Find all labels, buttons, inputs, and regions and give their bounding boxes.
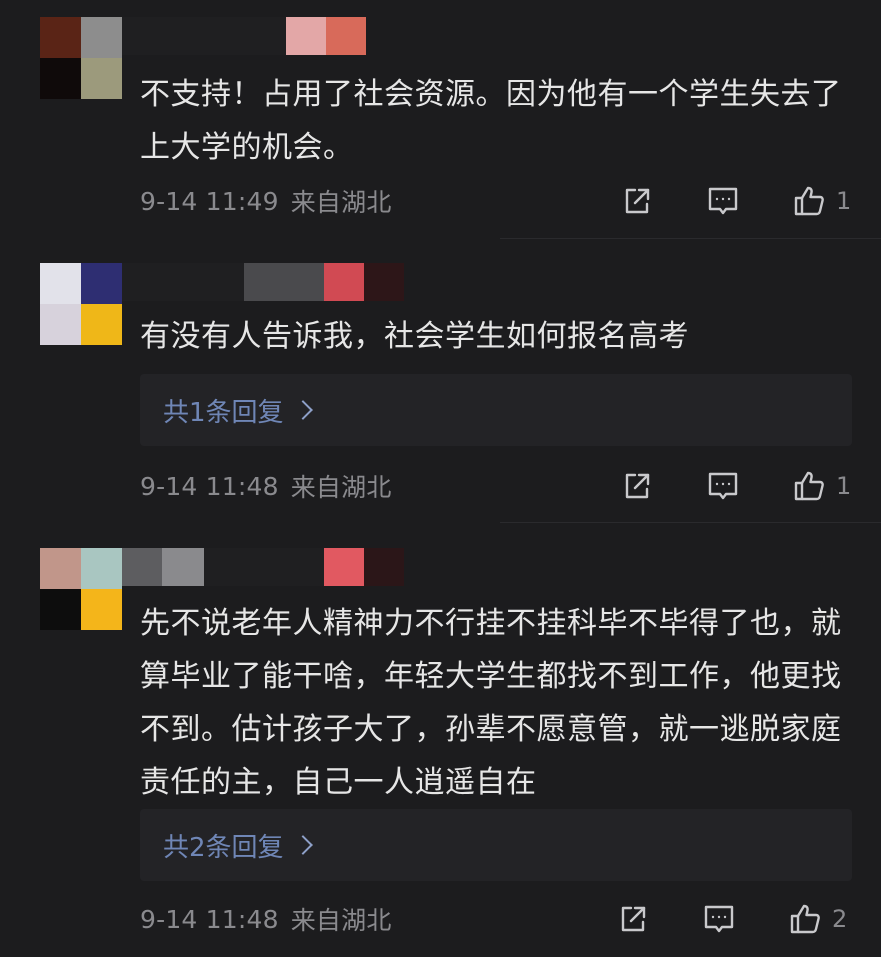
share-icon[interactable] xyxy=(620,469,654,503)
chevron-right-icon xyxy=(292,835,313,855)
username-blurred[interactable] xyxy=(122,263,404,301)
comment-text: 有没有人告诉我，社会学生如何报名高考 xyxy=(140,319,689,354)
thumbs-up-icon[interactable] xyxy=(792,184,826,218)
comment-icon[interactable] xyxy=(706,184,740,218)
view-replies-link[interactable]: 共1条回复 xyxy=(163,392,313,429)
divider xyxy=(500,522,881,523)
comment-meta: 9-14 11:48 来自湖北 xyxy=(140,899,860,939)
comment-location: 来自湖北 xyxy=(290,473,392,502)
reply-summary-box[interactable]: 共1条回复 xyxy=(140,374,852,446)
like-count: 1 xyxy=(836,187,852,215)
share-icon[interactable] xyxy=(616,902,650,936)
view-replies-label: 共2条回复 xyxy=(163,832,284,863)
avatar[interactable] xyxy=(40,548,122,630)
comment-icon[interactable] xyxy=(706,469,740,503)
comment-item: 不支持！占用了社会资源。因为他有一个学生失去了上大学的机会。 9-14 11:4… xyxy=(0,0,881,240)
thumbs-up-icon[interactable] xyxy=(788,902,822,936)
thumbs-up-icon[interactable] xyxy=(792,469,826,503)
avatar[interactable] xyxy=(40,17,122,99)
comment-item: 先不说老年人精神力不行挂不挂科毕不毕得了也，就算毕业了能干啥，年轻大学生都找不到… xyxy=(0,525,881,957)
comment-actions: 1 xyxy=(620,466,851,506)
comment-text: 不支持！占用了社会资源。因为他有一个学生失去了上大学的机会。 xyxy=(140,77,842,165)
view-replies-label: 共1条回复 xyxy=(163,397,284,428)
comment-list: 不支持！占用了社会资源。因为他有一个学生失去了上大学的机会。 9-14 11:4… xyxy=(0,0,881,957)
reply-summary-box[interactable]: 共2条回复 xyxy=(140,809,852,881)
comment-meta: 9-14 11:48 来自湖北 xyxy=(140,466,860,506)
comment-location: 来自湖北 xyxy=(290,906,392,935)
chevron-right-icon xyxy=(292,400,313,420)
comment-meta: 9-14 11:49 来自湖北 1 xyxy=(140,181,860,221)
comment-icon[interactable] xyxy=(702,902,736,936)
comment-text: 先不说老年人精神力不行挂不挂科毕不毕得了也，就算毕业了能干啥，年轻大学生都找不到… xyxy=(140,606,842,800)
comment-time: 9-14 11:48 xyxy=(140,471,279,501)
comment-actions: 1 xyxy=(620,181,851,221)
username-blurred[interactable] xyxy=(122,548,404,586)
comment-location: 来自湖北 xyxy=(290,188,392,217)
like-count: 1 xyxy=(836,472,852,500)
share-icon[interactable] xyxy=(620,184,654,218)
comment-time: 9-14 11:49 xyxy=(140,186,279,216)
comment-time: 9-14 11:48 xyxy=(140,904,279,934)
comment-actions: 2 xyxy=(616,899,847,939)
divider xyxy=(500,238,881,239)
view-replies-link[interactable]: 共2条回复 xyxy=(163,827,313,864)
like-count: 2 xyxy=(832,905,848,933)
username-blurred[interactable] xyxy=(122,17,366,55)
avatar[interactable] xyxy=(40,263,122,345)
comment-item: 有没有人告诉我，社会学生如何报名高考 共1条回复 9-14 11:48 来自湖北 xyxy=(0,240,881,525)
